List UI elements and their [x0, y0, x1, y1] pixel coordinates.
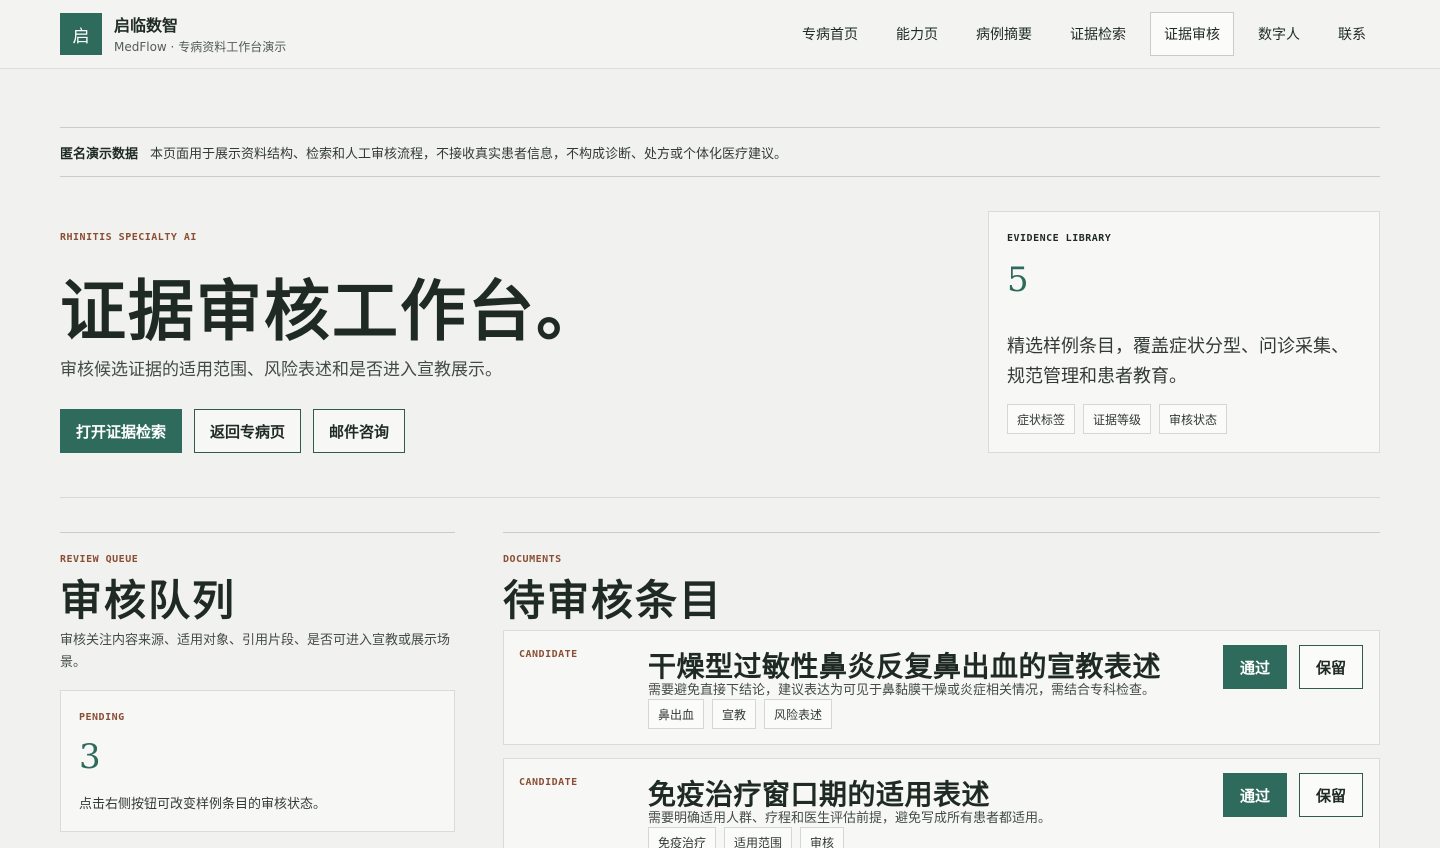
open-evidence-search-button[interactable]: 打开证据检索 [60, 409, 183, 453]
document-tags: 鼻出血 宣教 风险表述 [648, 699, 833, 729]
document-tag[interactable]: 审核 [800, 827, 845, 848]
brand-logo[interactable]: 启 [60, 13, 102, 55]
queue-description: 审核关注内容来源、适用对象、引用片段、是否可进入宣教或展示场景。 [60, 633, 451, 670]
demo-data-notice: 匿名演示数据 本页面用于展示资料结构、检索和人工审核流程，不接收真实患者信息，不… [60, 127, 1380, 177]
document-actions: 通过 保留 [1223, 645, 1363, 689]
document-card: CANDIDATE 免疫治疗窗口期的适用表述 需要明确适用人群、疗程和医生评估前… [503, 758, 1380, 848]
library-tags: 症状标签 证据等级 审核状态 [1007, 404, 1228, 434]
hero-kicker: RHINITIS SPECIALTY AI [60, 232, 197, 243]
document-status: CANDIDATE [519, 649, 578, 660]
approve-button[interactable]: 通过 [1223, 773, 1287, 817]
notice-text: 本页面用于展示资料结构、检索和人工审核流程，不接收真实患者信息，不构成诊断、处方… [150, 146, 788, 162]
document-card: CANDIDATE 干燥型过敏性鼻炎反复鼻出血的宣教表述 需要避免直接下结论，建… [503, 630, 1380, 745]
page-title: 证据审核工作台。 [60, 272, 604, 350]
nav-item-contact[interactable]: 联系 [1324, 12, 1380, 56]
nav-item-specialty-home[interactable]: 专病首页 [788, 12, 872, 56]
library-tag[interactable]: 证据等级 [1083, 404, 1152, 434]
brand-name[interactable]: 启临数智 [114, 12, 178, 36]
documents-section: DOCUMENTS 待审核条目 CANDIDATE 干燥型过敏性鼻炎反复鼻出血的… [503, 532, 1380, 848]
library-count: 5 [1007, 260, 1029, 300]
back-to-specialty-button[interactable]: 返回专病页 [194, 409, 302, 453]
pending-kicker: PENDING [79, 712, 125, 723]
approve-button[interactable]: 通过 [1223, 645, 1287, 689]
document-tag[interactable]: 适用范围 [724, 827, 793, 848]
email-inquiry-button[interactable]: 邮件咨询 [313, 409, 406, 453]
nav-item-case-summary[interactable]: 病例摘要 [962, 12, 1046, 56]
hold-button[interactable]: 保留 [1299, 645, 1363, 689]
evidence-library-card: EVIDENCE LIBRARY 5 精选样例条目，覆盖症状分型、问诊采集、规范… [988, 211, 1380, 453]
document-tag[interactable]: 免疫治疗 [648, 827, 717, 848]
hold-button[interactable]: 保留 [1299, 773, 1363, 817]
library-kicker: EVIDENCE LIBRARY [1007, 233, 1112, 244]
document-description: 需要明确适用人群、疗程和医生评估前提，避免写成所有患者都适用。 [648, 811, 1052, 826]
document-description: 需要避免直接下结论，建议表达为可见于鼻黏膜干燥或炎症相关情况，需结合专科检查。 [648, 683, 1156, 698]
section-divider [60, 497, 1380, 498]
pending-card: PENDING 3 点击右侧按钮可改变样例条目的审核状态。 [60, 690, 455, 832]
library-description: 精选样例条目，覆盖症状分型、问诊采集、规范管理和患者教育。 [1007, 336, 1349, 387]
pending-description: 点击右侧按钮可改变样例条目的审核状态。 [79, 797, 327, 812]
notice-label: 匿名演示数据 [60, 146, 139, 162]
document-tag[interactable]: 鼻出血 [648, 699, 705, 729]
review-queue-section: REVIEW QUEUE 审核队列 审核关注内容来源、适用对象、引用片段、是否可… [60, 532, 455, 832]
main-nav: 专病首页 能力页 病例摘要 证据检索 证据审核 数字人 联系 [788, 12, 1380, 56]
nav-item-evidence-search[interactable]: 证据检索 [1056, 12, 1140, 56]
top-bar: 启 启临数智 MedFlow · 专病资料工作台演示 专病首页 能力页 病例摘要… [0, 0, 1440, 69]
brand-subtitle: MedFlow · 专病资料工作台演示 [114, 40, 287, 54]
library-tag[interactable]: 症状标签 [1007, 404, 1076, 434]
pending-count: 3 [79, 737, 101, 777]
document-actions: 通过 保留 [1223, 773, 1363, 817]
documents-kicker: DOCUMENTS [503, 554, 562, 565]
library-tag[interactable]: 审核状态 [1159, 404, 1228, 434]
document-status: CANDIDATE [519, 777, 578, 788]
nav-item-evidence-review[interactable]: 证据审核 [1150, 12, 1234, 56]
queue-title: 审核队列 [60, 576, 237, 625]
hero-subtitle: 审核候选证据的适用范围、风险表述和是否进入宣教展示。 [60, 360, 502, 380]
queue-kicker: REVIEW QUEUE [60, 554, 139, 565]
document-tags: 免疫治疗 适用范围 审核 [648, 827, 845, 848]
documents-title: 待审核条目 [503, 576, 724, 625]
nav-item-capabilities[interactable]: 能力页 [882, 12, 952, 56]
document-tag[interactable]: 宣教 [712, 699, 757, 729]
nav-item-digital-human[interactable]: 数字人 [1244, 12, 1314, 56]
document-tag[interactable]: 风险表述 [764, 699, 833, 729]
hero-actions: 打开证据检索 返回专病页 邮件咨询 [60, 409, 406, 453]
